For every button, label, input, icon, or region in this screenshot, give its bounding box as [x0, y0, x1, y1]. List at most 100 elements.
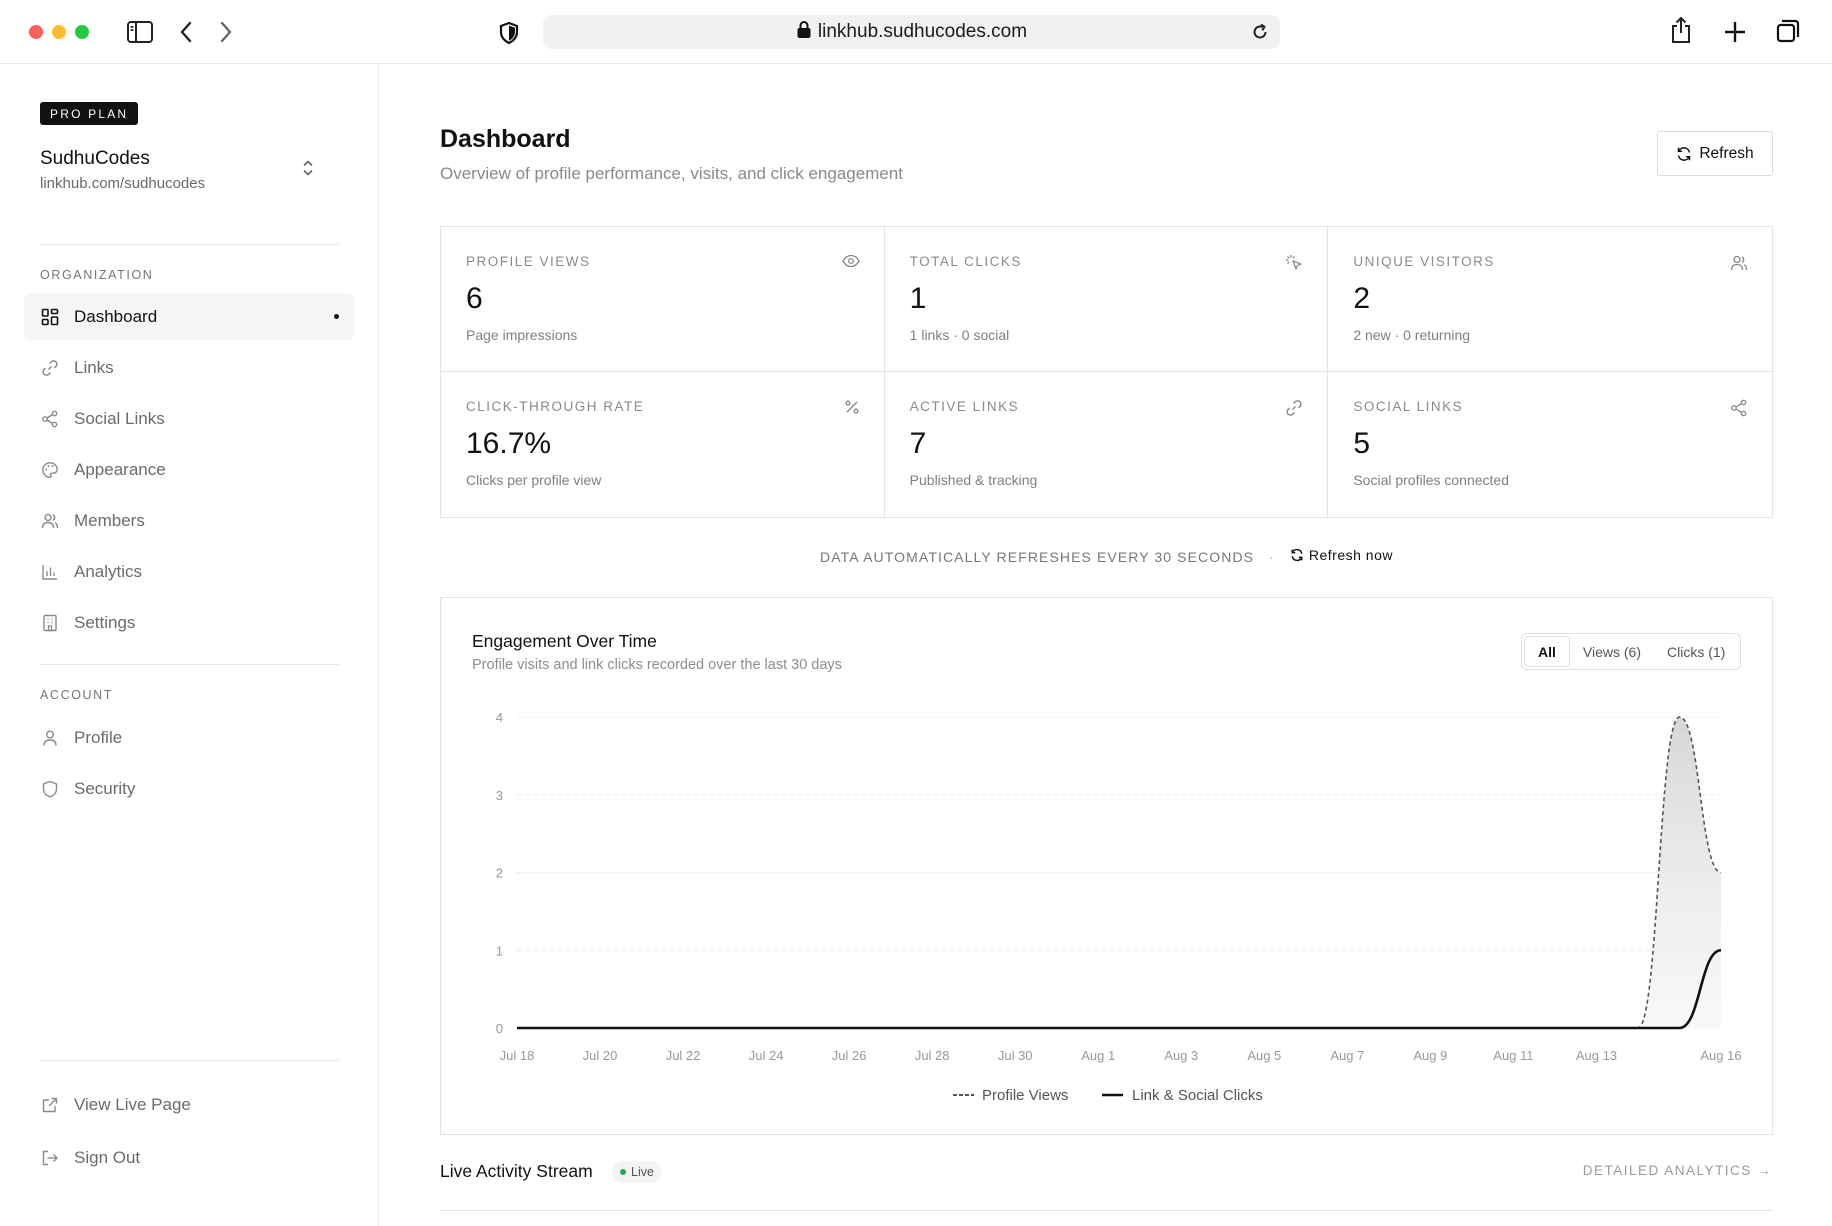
sidebar-toggle-icon[interactable]: [125, 19, 155, 45]
sidebar-item-appearance[interactable]: Appearance: [24, 446, 354, 493]
pointer-click-icon: [1285, 254, 1303, 272]
grid-icon: [40, 307, 60, 327]
x-tick-label: Aug 16: [1700, 1048, 1741, 1063]
lock-icon: [796, 20, 812, 45]
back-arrow-icon[interactable]: [176, 20, 196, 44]
sidebar-item-label: Security: [74, 778, 136, 798]
stat-label: ACTIVE LINKS: [909, 399, 1020, 414]
percent-icon: [844, 399, 860, 415]
stat-value: 16.7%: [466, 427, 552, 460]
refresh-now-link[interactable]: Refresh now: [1290, 547, 1393, 563]
x-tick-label: Jul 26: [832, 1048, 867, 1063]
refresh-icon: [1291, 548, 1303, 562]
page-subtitle: Overview of profile performance, visits,…: [440, 164, 903, 183]
sidebar-item-dashboard[interactable]: Dashboard: [24, 293, 354, 340]
sidebar-item-label: Social Links: [74, 408, 165, 428]
x-tick-label: Aug 11: [1493, 1048, 1533, 1063]
refresh-button[interactable]: Refresh: [1657, 131, 1773, 176]
sidebar-item-sign-out[interactable]: Sign Out: [24, 1134, 354, 1181]
stat-value: 5: [1353, 427, 1371, 460]
browser-toolbar: linkhub.sudhucodes.com: [0, 0, 1832, 64]
x-tick-label: Jul 18: [500, 1048, 535, 1063]
stat-value: 1: [909, 282, 927, 315]
divider: [440, 1210, 1773, 1211]
sidebar-item-members[interactable]: Members: [24, 497, 354, 544]
sidebar-item-label: Sign Out: [74, 1147, 141, 1167]
stat-value: 2: [1353, 282, 1371, 315]
legend-label-link-social-clicks: Link & Social Clicks: [1132, 1087, 1263, 1104]
detailed-analytics-link[interactable]: DETAILED ANALYTICS →: [1583, 1163, 1772, 1178]
sidebar-item-label: Appearance: [74, 459, 166, 479]
logout-icon: [40, 1148, 60, 1168]
forward-arrow-icon[interactable]: [216, 20, 236, 44]
sidebar-item-label: Settings: [74, 612, 136, 632]
main-content: Dashboard Overview of profile performanc…: [380, 64, 1832, 1226]
privacy-shield-icon[interactable]: [497, 20, 521, 46]
stat-card-unique-visitors: UNIQUE VISITORS 2 2 new · 0 returning: [1328, 227, 1772, 372]
address-bar[interactable]: linkhub.sudhucodes.com: [543, 15, 1280, 49]
page-title: Dashboard: [440, 125, 571, 153]
auto-refresh-notice: DATA AUTOMATICALLY REFRESHES EVERY 30 SE…: [440, 547, 1773, 565]
sidebar-item-label: Dashboard: [74, 306, 158, 326]
x-tick-label: Aug 5: [1247, 1048, 1281, 1063]
x-tick-label: Jul 22: [666, 1048, 701, 1063]
shield-icon: [40, 779, 60, 799]
chevron-up-down-icon[interactable]: [300, 158, 316, 183]
section-label-account: ACCOUNT: [40, 688, 114, 702]
maximize-window-button[interactable]: [75, 25, 89, 39]
x-tick-label: Aug 13: [1576, 1048, 1617, 1063]
bar-chart-icon: [40, 562, 60, 582]
share-icon[interactable]: [1668, 15, 1694, 45]
sidebar-item-settings[interactable]: Settings: [24, 599, 354, 646]
reload-icon[interactable]: [1250, 22, 1270, 48]
sidebar-item-social-links[interactable]: Social Links: [24, 395, 354, 442]
live-status-dot: [620, 1169, 626, 1175]
stats-grid: PROFILE VIEWS 6 Page impressions TOTAL C…: [440, 226, 1773, 518]
sidebar-item-view-live-page[interactable]: View Live Page: [24, 1081, 354, 1128]
chart-title: Engagement Over Time: [472, 631, 657, 651]
minimize-window-button[interactable]: [52, 25, 66, 39]
stat-card-total-clicks: TOTAL CLICKS 1 1 links · 0 social: [884, 227, 1329, 372]
sidebar-item-analytics[interactable]: Analytics: [24, 548, 354, 595]
separator: ·: [1269, 549, 1275, 565]
stat-subtext: Clicks per profile view: [466, 472, 602, 488]
link-icon: [40, 358, 60, 378]
refresh-icon: [1676, 146, 1692, 162]
y-tick-label: 0: [496, 1021, 503, 1036]
sidebar-item-links[interactable]: Links: [24, 344, 354, 391]
y-tick-label: 1: [496, 943, 503, 958]
stat-label: PROFILE VIEWS: [466, 254, 591, 269]
organization-name[interactable]: SudhuCodes: [40, 148, 150, 170]
tab-overview-icon[interactable]: [1774, 17, 1802, 45]
filter-views-button[interactable]: Views (6): [1570, 636, 1654, 667]
building-icon: [40, 613, 60, 633]
stat-subtext: Social profiles connected: [1353, 472, 1509, 488]
stat-value: 7: [909, 427, 927, 460]
x-tick-label: Aug 3: [1164, 1048, 1198, 1063]
stat-card-active-links: ACTIVE LINKS 7 Published & tracking: [885, 372, 1329, 517]
live-badge-label: Live: [631, 1165, 654, 1179]
x-tick-label: Aug 1: [1081, 1048, 1115, 1063]
sidebar: PRO PLAN SudhuCodes linkhub.com/sudhucod…: [0, 64, 379, 1226]
y-tick-label: 3: [496, 788, 503, 803]
x-tick-label: Jul 30: [998, 1048, 1033, 1063]
sidebar-item-label: View Live Page: [74, 1094, 191, 1114]
sidebar-item-security[interactable]: Security: [24, 765, 354, 812]
stat-subtext: Page impressions: [466, 327, 578, 343]
filter-all-button[interactable]: All: [1524, 636, 1570, 667]
divider: [40, 664, 339, 665]
sidebar-item-profile[interactable]: Profile: [24, 714, 354, 761]
y-tick-label: 4: [496, 710, 503, 725]
engagement-chart-card: 0 1 2 3 4 Jul 18 Jul 20 Jul 22 Jul 24 Jul 26 Jul 2…: [440, 597, 1773, 1135]
new-tab-plus-icon[interactable]: [1722, 19, 1748, 45]
stat-label: TOTAL CLICKS: [909, 254, 1022, 269]
stat-card-social-links: SOCIAL LINKS 5 Social profiles connected: [1328, 372, 1772, 517]
x-tick-label: Jul 20: [583, 1048, 618, 1063]
share-icon: [1730, 399, 1748, 417]
section-label-organization: ORGANIZATION: [40, 268, 154, 282]
refresh-button-label: Refresh: [1699, 144, 1754, 162]
series-line-link-social-clicks: [517, 948, 1722, 1030]
filter-clicks-button[interactable]: Clicks (1): [1654, 636, 1738, 667]
external-link-icon: [40, 1095, 60, 1115]
close-window-button[interactable]: [29, 25, 43, 39]
